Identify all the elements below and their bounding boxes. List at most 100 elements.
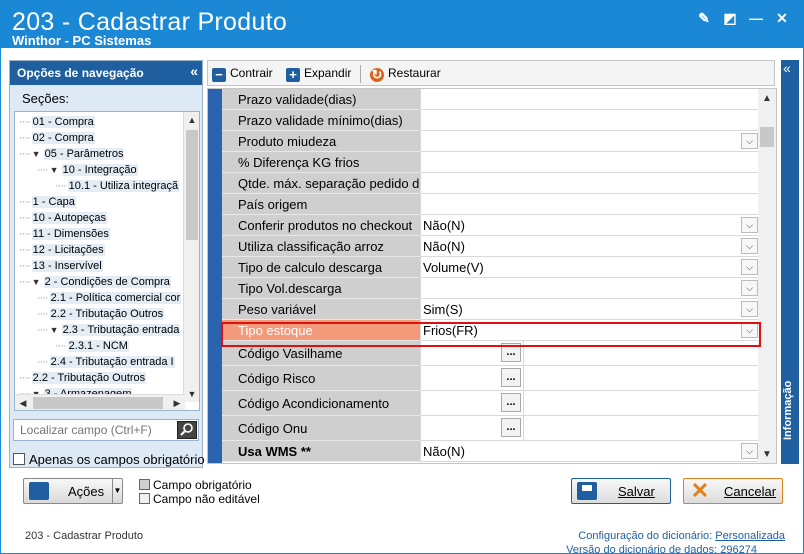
property-value[interactable] bbox=[420, 152, 760, 173]
property-value[interactable]: ... bbox=[420, 391, 760, 416]
property-value[interactable]: Frios(FR) ⌵ bbox=[420, 320, 760, 341]
save-button[interactable]: Salvar bbox=[571, 478, 671, 504]
scroll-down-icon[interactable]: ▼ bbox=[758, 447, 776, 463]
sections-tree[interactable]: ···· 01 - Compra ···· 02 - Compra ···· ▼ 05 - … bbox=[14, 111, 200, 411]
grid-vertical-scrollbar[interactable]: ▲ ▼ bbox=[758, 89, 776, 463]
tree-item[interactable]: ···· 2.3.1 - NCM bbox=[55, 338, 129, 354]
property-value[interactable] bbox=[420, 194, 760, 215]
dictionary-version-link[interactable]: 296274 bbox=[720, 544, 757, 554]
property-row[interactable]: Tipo Vol.descarga ⌵ bbox=[222, 278, 760, 299]
tree-item[interactable]: ···· 2.1 - Política comercial cor bbox=[37, 290, 182, 306]
tree-item[interactable]: ···· ▼ 2.3 - Tributação entrada bbox=[37, 322, 181, 338]
restore-button[interactable]: ↻ Restaurar bbox=[370, 64, 441, 82]
property-value[interactable]: ⌵ bbox=[420, 131, 760, 152]
chevron-down-icon[interactable]: ⌵ bbox=[741, 217, 758, 233]
chevron-down-icon[interactable]: ▼ bbox=[32, 277, 41, 287]
property-row[interactable]: Prazo validade mínimo(dias) bbox=[222, 110, 760, 131]
property-value[interactable]: Não(N) ⌵ bbox=[420, 441, 760, 462]
property-value[interactable]: Não(N) ⌵ bbox=[420, 215, 760, 236]
tree-item[interactable]: ···· 10.1 - Utiliza integraçã bbox=[55, 178, 180, 194]
property-value[interactable]: Não(N) ⌵ bbox=[420, 236, 760, 257]
checkbox-icon[interactable] bbox=[13, 453, 25, 465]
chevron-down-icon[interactable]: ⌵ bbox=[741, 301, 758, 317]
tree-item[interactable]: ···· 2.2 - Tributação Outros bbox=[19, 370, 147, 386]
cancel-button[interactable]: ✕ Cancelar bbox=[683, 478, 783, 504]
scroll-thumb[interactable] bbox=[186, 130, 198, 240]
scroll-up-icon[interactable]: ▲ bbox=[184, 112, 199, 128]
chevron-down-icon[interactable]: ⌵ bbox=[741, 238, 758, 254]
property-value[interactable] bbox=[420, 89, 760, 110]
property-value[interactable]: ⌵ bbox=[420, 278, 760, 299]
help-icon[interactable]: ◩ bbox=[720, 8, 740, 28]
tree-item[interactable]: ···· 2.4 - Tributação entrada I bbox=[37, 354, 175, 370]
expand-button[interactable]: + Expandir bbox=[286, 64, 351, 82]
chevron-down-icon[interactable]: ⌵ bbox=[741, 443, 758, 459]
property-row[interactable]: Código Risco... bbox=[222, 366, 760, 391]
property-value[interactable]: Volume(V) ⌵ bbox=[420, 257, 760, 278]
expand-right-icon[interactable]: « bbox=[783, 60, 791, 76]
property-row[interactable]: Utiliza classificação arroz Não(N) ⌵ bbox=[222, 236, 760, 257]
chevron-down-icon[interactable]: ▼ bbox=[112, 479, 122, 503]
property-value[interactable]: ... bbox=[420, 366, 760, 391]
search-icon[interactable] bbox=[177, 421, 197, 439]
actions-button[interactable]: Ações ▼ bbox=[23, 478, 123, 504]
tree-vertical-scrollbar[interactable]: ▲ ▼ bbox=[183, 112, 199, 402]
tree-horizontal-scrollbar[interactable]: ◀ ▶ bbox=[15, 394, 185, 410]
property-row[interactable]: Prazo validade(dias) bbox=[222, 89, 760, 110]
scroll-up-icon[interactable]: ▲ bbox=[758, 91, 776, 107]
chevron-down-icon[interactable]: ⌵ bbox=[741, 322, 758, 338]
tree-item[interactable]: ···· ▼ 10 - Integração bbox=[37, 162, 138, 178]
tree-item[interactable]: ···· ▼ 2 - Condições de Compra bbox=[19, 274, 171, 290]
property-row[interactable]: Código Vasilhame... bbox=[222, 341, 760, 366]
lookup-button[interactable]: ... bbox=[501, 393, 521, 412]
property-value[interactable]: Sim(S) ⌵ bbox=[420, 299, 760, 320]
chevron-down-icon[interactable]: ⌵ bbox=[741, 280, 758, 296]
property-row[interactable]: Código Onu... bbox=[222, 416, 760, 441]
scroll-thumb[interactable] bbox=[760, 127, 774, 147]
chevron-down-icon[interactable]: ▼ bbox=[50, 325, 59, 335]
property-row[interactable]: País origem bbox=[222, 194, 760, 215]
search-input[interactable] bbox=[14, 420, 176, 440]
chevron-down-icon[interactable]: ⌵ bbox=[741, 259, 758, 275]
property-row[interactable]: % Diferença KG frios bbox=[222, 152, 760, 173]
property-value[interactable] bbox=[420, 110, 760, 131]
property-row[interactable]: Código Acondicionamento... bbox=[222, 391, 760, 416]
tree-item[interactable]: ···· 1 - Capa bbox=[19, 194, 76, 210]
info-panel[interactable]: « Informação bbox=[781, 60, 799, 464]
chevron-down-icon[interactable]: ▼ bbox=[32, 149, 41, 159]
scroll-right-icon[interactable]: ▶ bbox=[169, 395, 185, 410]
tree-item[interactable]: ···· 13 - Inservível bbox=[19, 258, 103, 274]
tree-item[interactable]: ···· 02 - Compra bbox=[19, 130, 95, 146]
property-value[interactable]: ... bbox=[420, 341, 760, 366]
tree-item[interactable]: ···· 2.2 - Tributação Outros bbox=[37, 306, 165, 322]
dictionary-config-link[interactable]: Personalizada bbox=[715, 530, 785, 542]
property-row[interactable]: Conferir produtos no checkout Não(N) ⌵ bbox=[222, 215, 760, 236]
property-row[interactable]: Tipo de calculo descarga Volume(V) ⌵ bbox=[222, 257, 760, 278]
scroll-down-icon[interactable]: ▼ bbox=[184, 386, 199, 402]
scroll-left-icon[interactable]: ◀ bbox=[15, 395, 31, 410]
property-row[interactable]: Tipo estoque Frios(FR) ⌵ bbox=[222, 320, 760, 341]
minimize-icon[interactable]: — bbox=[746, 8, 766, 28]
property-value[interactable] bbox=[420, 173, 760, 194]
chevron-down-icon[interactable]: ▼ bbox=[50, 165, 59, 175]
tree-item[interactable]: ···· 10 - Autopeças bbox=[19, 210, 108, 226]
lookup-button[interactable]: ... bbox=[501, 368, 521, 387]
lookup-button[interactable]: ... bbox=[501, 343, 521, 362]
collapse-button[interactable]: − Contrair bbox=[212, 64, 273, 82]
property-row[interactable]: Qtde. máx. separação pedido d bbox=[222, 173, 760, 194]
scroll-thumb[interactable] bbox=[33, 397, 163, 409]
collapse-left-icon[interactable]: « bbox=[190, 63, 198, 79]
tree-item[interactable]: ···· 01 - Compra bbox=[19, 114, 95, 130]
tree-item[interactable]: ···· ▼ 05 - Parâmetros bbox=[19, 146, 125, 162]
chevron-down-icon[interactable]: ⌵ bbox=[741, 133, 758, 149]
property-value[interactable]: ... bbox=[420, 416, 760, 441]
property-row[interactable]: Produto miudeza ⌵ bbox=[222, 131, 760, 152]
tree-item[interactable]: ···· 12 - Licitações bbox=[19, 242, 105, 258]
property-row[interactable]: Usa WMS ** Não(N) ⌵ bbox=[222, 441, 760, 462]
property-row[interactable]: Peso variável Sim(S) ⌵ bbox=[222, 299, 760, 320]
edit-icon[interactable]: ✎ bbox=[694, 8, 714, 28]
tree-item[interactable]: ···· 11 - Dimensões bbox=[19, 226, 110, 242]
lookup-button[interactable]: ... bbox=[501, 418, 521, 437]
only-required-checkbox[interactable]: Apenas os campos obrigatório bbox=[13, 452, 205, 467]
close-icon[interactable]: ✕ bbox=[772, 8, 792, 28]
